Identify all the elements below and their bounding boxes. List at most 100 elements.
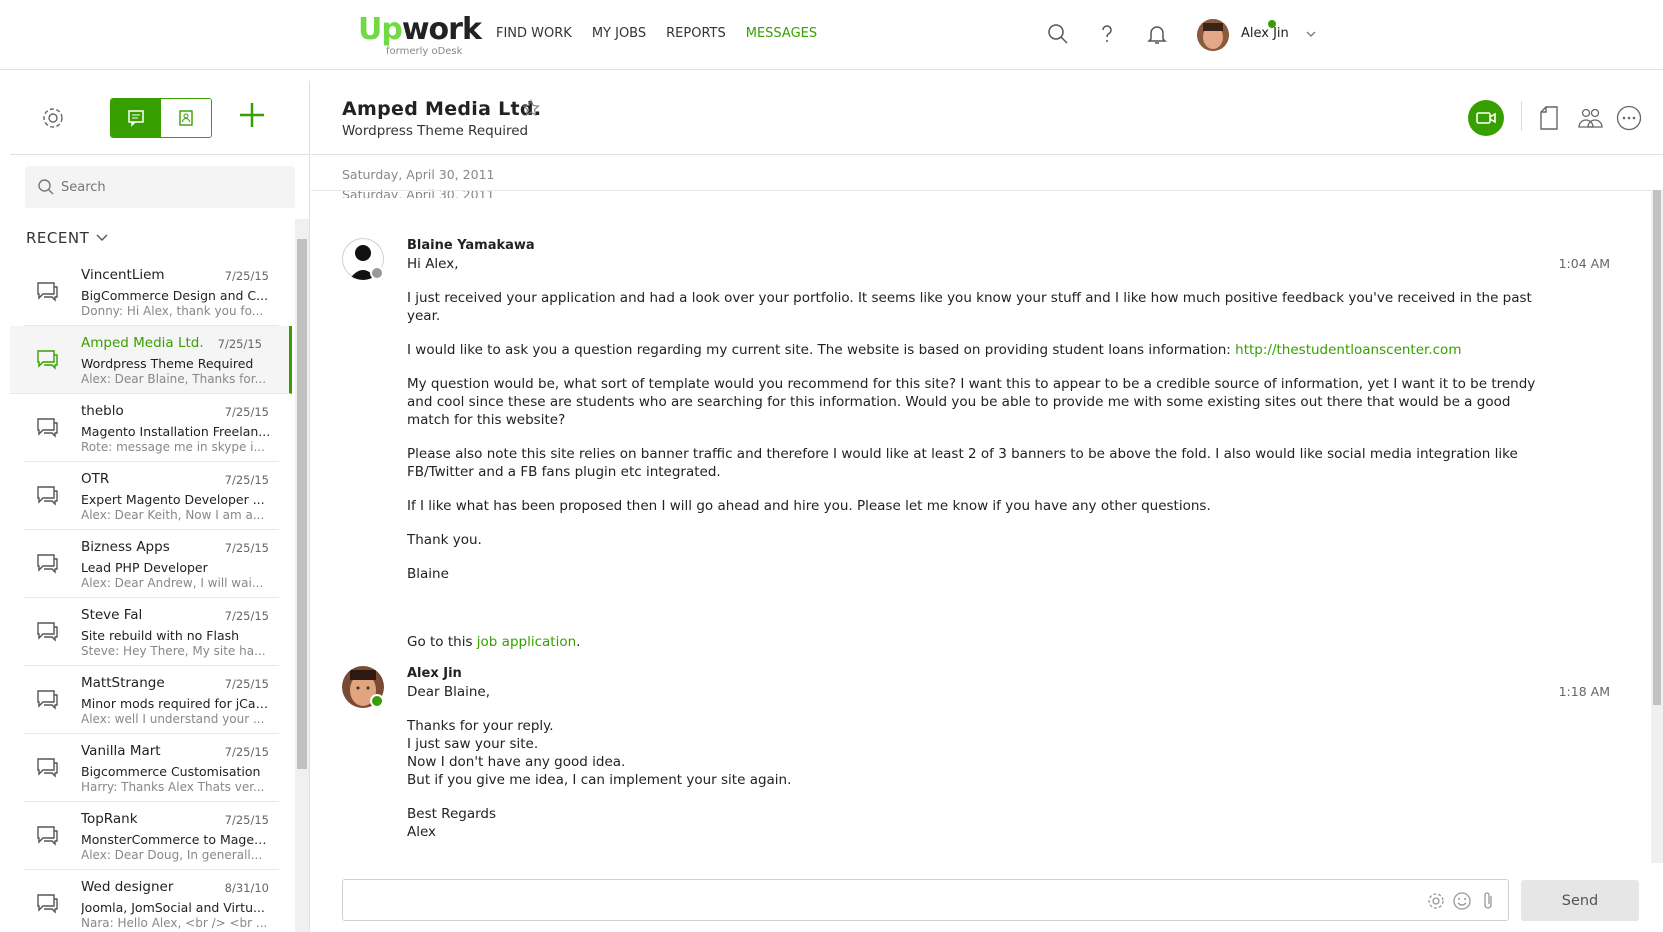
conversation-name: theblo (81, 403, 124, 419)
contacts-view-button[interactable] (161, 99, 211, 137)
chat-scrollbar[interactable] (1651, 190, 1663, 863)
conversation-preview: Alex: Dear Blaine, Thanks for... (81, 372, 267, 386)
sidebar-scrollbar[interactable] (295, 219, 309, 932)
message-sender[interactable]: Alex Jin (407, 666, 462, 681)
conversation-subject: Minor mods required for jCar... (81, 696, 271, 711)
files-icon[interactable] (1539, 105, 1559, 131)
logo-text-rest: work (401, 12, 482, 47)
message-text: Best Regards (407, 806, 497, 822)
offline-status-dot (370, 266, 384, 280)
conversation-preview: Alex: Dear Doug, In generall... (81, 848, 263, 862)
header-divider (1521, 101, 1522, 131)
message-input[interactable] (353, 890, 1353, 912)
nav-reports[interactable]: REPORTS (666, 26, 726, 41)
recent-filter[interactable]: RECENT (26, 229, 109, 247)
video-call-button[interactable] (1468, 100, 1504, 136)
conversation-item[interactable]: Wed designer 8/31/10 Joomla, JomSocial and… (24, 870, 279, 932)
conversation-subject: Magento Installation Freelan... (81, 424, 271, 439)
conversation-date: 7/25/15 (224, 745, 269, 759)
conversation-subject: BigCommerce Design and C... (81, 288, 269, 303)
attachment-icon[interactable] (1480, 891, 1496, 911)
emoji-icon[interactable] (1452, 891, 1472, 911)
search-input[interactable] (61, 176, 281, 198)
message-text: Dear Blaine, (407, 684, 491, 700)
conversation-item[interactable]: TopRank 7/25/15 MonsterCommerce to Magen..… (24, 802, 279, 870)
main-nav: FIND WORK MY JOBS REPORTS MESSAGES (496, 26, 817, 41)
conversation-icon (37, 826, 58, 846)
message-text: Hi Alex, (407, 256, 459, 272)
conversation-preview: Nara: Hello Alex, <br /> <br ... (81, 916, 268, 930)
online-status-dot (370, 694, 384, 708)
job-application-link[interactable]: job application (477, 634, 576, 650)
conversation-name: Bizness Apps (81, 539, 170, 555)
recent-label: RECENT (26, 229, 90, 247)
sidebar-toolbar (10, 81, 310, 155)
nav-my-jobs[interactable]: MY JOBS (592, 26, 646, 41)
view-toggle (110, 98, 212, 138)
conversation-icon (37, 554, 58, 574)
user-name[interactable]: Alex Jin (1241, 26, 1289, 41)
message-time: 1:18 AM (1558, 684, 1610, 699)
conversation-icon (37, 622, 58, 642)
message-text: Thanks for your reply. (407, 718, 554, 734)
conversation-date: 8/31/10 (224, 881, 269, 895)
chat-subtitle: Wordpress Theme Required (342, 123, 529, 139)
conversation-date: 7/25/15 (224, 541, 269, 555)
upwork-logo[interactable]: Upwork formerly oDesk (358, 12, 482, 57)
conversation-item[interactable]: OTR 7/25/15 Expert Magento Developer ... Al… (24, 462, 279, 530)
user-avatar[interactable] (1197, 19, 1229, 51)
conversation-name: TopRank (81, 811, 138, 827)
people-icon[interactable] (1577, 105, 1603, 131)
message-body: Hi Alex, I just received your applicatio… (407, 255, 1537, 667)
message-text: My question would be, what sort of templ… (407, 376, 1536, 428)
message-item: Alex Jin 1:18 AM Dear Blaine, Thanks for… (342, 666, 1610, 863)
nav-find-work[interactable]: FIND WORK (496, 26, 572, 41)
conversation-preview: Donny: Hi Alex, thank you fo... (81, 304, 264, 318)
conversation-name: Wed designer (81, 879, 174, 895)
message-text: But if you give me idea, I can implement… (407, 772, 792, 788)
message-text-span: I would like to ask you a question regar… (407, 342, 1231, 358)
conversation-item[interactable]: MattStrange 7/25/15 Minor mods required fo… (24, 666, 279, 734)
settings-icon[interactable] (1426, 891, 1446, 911)
search-icon[interactable] (1046, 22, 1070, 46)
conversation-date: 7/25/15 (224, 269, 269, 283)
conversation-icon (37, 350, 58, 370)
message-sender[interactable]: Blaine Yamakawa (407, 238, 535, 253)
conversation-icon (37, 486, 58, 506)
conversation-name: Vanilla Mart (81, 743, 161, 759)
top-navbar: Upwork formerly oDesk FIND WORK MY JOBS … (0, 0, 1663, 70)
chevron-down-icon[interactable] (1305, 28, 1317, 40)
sidebar-scroll-thumb[interactable] (297, 239, 307, 769)
conversation-preview: Rote: message me in skype i... (81, 440, 265, 454)
conversation-item[interactable]: theblo 7/25/15 Magento Installation Freela… (24, 394, 279, 462)
message-text: Thank you. (407, 532, 482, 548)
conversation-date: 7/25/15 (224, 813, 269, 827)
conversation-item[interactable]: VincentLiem 7/25/15 BigCommerce Design and… (24, 258, 279, 326)
send-button[interactable]: Send (1521, 880, 1639, 921)
compose-box (342, 879, 1509, 921)
conversation-icon (37, 418, 58, 438)
help-icon[interactable] (1095, 22, 1119, 46)
conversation-item[interactable]: Vanilla Mart 7/25/15 Bigcommerce Customisa… (24, 734, 279, 802)
chat-title: Amped Media Ltd. (342, 98, 542, 120)
star-icon[interactable] (522, 99, 540, 117)
new-message-plus-icon[interactable] (238, 101, 266, 129)
message-text: Blaine (407, 566, 449, 582)
conversation-item[interactable]: Bizness Apps 7/25/15 Lead PHP Developer Ale… (24, 530, 279, 598)
conversation-item[interactable]: Steve Fal 7/25/15 Site rebuild with no Fla… (24, 598, 279, 666)
message-text: I would like to ask you a question regar… (407, 341, 1537, 359)
gear-icon[interactable] (40, 105, 66, 131)
logo-subtitle: formerly oDesk (386, 46, 463, 57)
website-link[interactable]: http://thestudentloanscenter.com (1235, 342, 1461, 358)
more-options-icon[interactable] (1616, 105, 1642, 131)
chat-scroll-thumb[interactable] (1653, 190, 1661, 705)
conversation-item[interactable]: Amped Media Ltd. 7/25/15 Wordpress Theme R… (10, 326, 292, 394)
conversation-subject: Wordpress Theme Required (81, 356, 254, 371)
messages-view-button[interactable] (111, 99, 161, 137)
conversation-preview: Harry: Thanks Alex Thats ver... (81, 780, 265, 794)
online-status-dot (1268, 20, 1276, 28)
search-icon (38, 179, 54, 195)
nav-messages[interactable]: MESSAGES (746, 26, 817, 41)
bell-icon[interactable] (1145, 22, 1169, 46)
contacts-icon (179, 110, 193, 126)
